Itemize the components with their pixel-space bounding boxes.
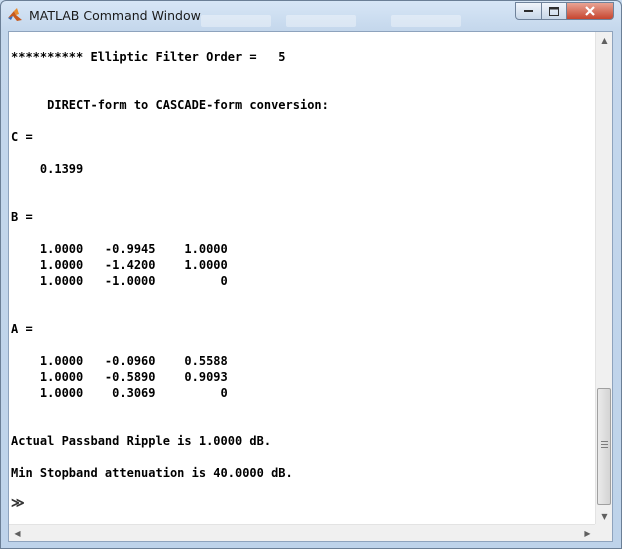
scroll-left-icon[interactable]: ◀ (9, 525, 26, 542)
scrollbar-corner (595, 524, 612, 541)
minimize-icon (524, 10, 533, 12)
background-blur (391, 15, 461, 27)
close-icon (585, 6, 595, 16)
grip-line (601, 447, 608, 448)
c-value: 0.1399 (11, 162, 84, 176)
a-row-3: 1.0000 0.3069 0 (11, 386, 228, 400)
grip-line (601, 441, 608, 442)
maximize-icon (549, 6, 559, 16)
minimize-button[interactable] (515, 2, 542, 20)
a-row-2: 1.0000 -0.5890 0.9093 (11, 370, 228, 384)
vertical-scrollbar[interactable]: ▲ ▼ (595, 32, 612, 525)
title-bar[interactable]: MATLAB Command Window (1, 1, 621, 31)
filter-order-line: ********** Elliptic Filter Order = 5 (11, 50, 286, 64)
b-row-1: 1.0000 -0.9945 1.0000 (11, 242, 228, 256)
b-row-3: 1.0000 -1.0000 0 (11, 274, 228, 288)
a-label: A = (11, 322, 33, 336)
scroll-up-icon[interactable]: ▲ (596, 32, 613, 49)
background-blur (286, 15, 356, 27)
grip-line (601, 444, 608, 445)
window-title: MATLAB Command Window (29, 8, 201, 23)
passband-ripple-line: Actual Passband Ripple is 1.0000 dB. (11, 434, 272, 448)
horizontal-scrollbar[interactable]: ◀ ▶ (9, 524, 596, 541)
maximize-button[interactable] (541, 2, 567, 20)
matlab-command-window: MATLAB Command Window ********** Ellipti… (0, 0, 622, 549)
c-label: C = (11, 130, 33, 144)
close-button[interactable] (566, 2, 614, 20)
scroll-down-icon[interactable]: ▼ (596, 508, 613, 525)
vertical-scroll-thumb[interactable] (597, 388, 611, 505)
command-window-pane[interactable]: ********** Elliptic Filter Order = 5 DIR… (8, 31, 613, 542)
b-row-2: 1.0000 -1.4200 1.0000 (11, 258, 228, 272)
stopband-attenuation-line: Min Stopband attenuation is 40.0000 dB. (11, 466, 293, 480)
a-row-1: 1.0000 -0.0960 0.5588 (11, 354, 228, 368)
matlab-logo-icon (8, 8, 22, 21)
console-output[interactable]: ********** Elliptic Filter Order = 5 DIR… (11, 32, 596, 522)
command-prompt[interactable]: ≫ (11, 497, 25, 511)
conversion-heading: DIRECT-form to CASCADE-form conversion: (11, 98, 329, 112)
background-blur (201, 15, 271, 27)
b-label: B = (11, 210, 33, 224)
scroll-right-icon[interactable]: ▶ (579, 525, 596, 542)
